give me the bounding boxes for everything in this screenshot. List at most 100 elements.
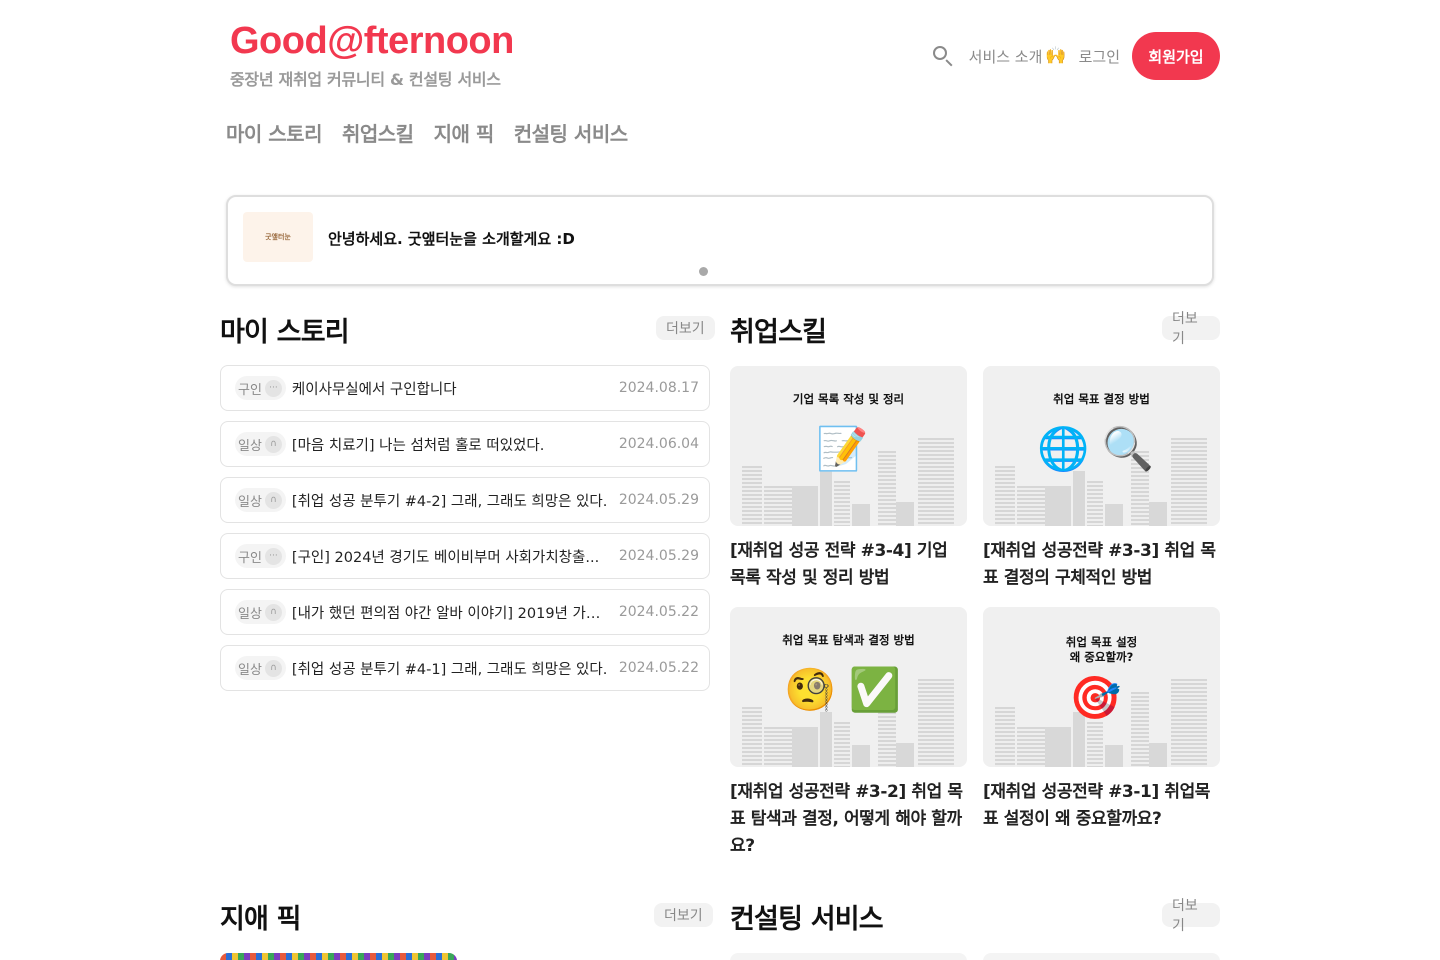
thumbnail-caption: 기업 목록 작성 및 정리 [792, 392, 905, 406]
skill-card[interactable]: 기업 목록 작성 및 정리 📝 [재취업 성공 전략 #3-4] 기업 목록 작… [730, 366, 967, 592]
pick-thumbnail[interactable] [220, 953, 457, 960]
consulting-thumbnail[interactable] [983, 953, 1220, 960]
story-title: [내가 했던 편의점 야간 알바 이야기] 2019년 가을... [291, 605, 614, 622]
more-button-consulting[interactable]: 더보기 [1162, 898, 1220, 934]
logo-title: Good@fternoon [230, 20, 514, 62]
decorative-bar [896, 743, 914, 767]
decorative-bar [792, 486, 818, 526]
thumbnail-caption: 취업 목표 설정 왜 중요할까? [1065, 635, 1138, 664]
headphones-icon: ∩ [264, 603, 282, 621]
banner-thumbnail: 굿앺터눈 [243, 212, 313, 262]
raising-hands-icon: 🙌 [1045, 46, 1067, 66]
skill-card-title: [재취업 성공전략 #3-3] 취업 목표 결정의 구체적인 방법 [983, 541, 1216, 588]
decorative-bar [1105, 745, 1123, 767]
story-item[interactable]: 일상 ∩ [취업 성공 분투기 #4-1] 그래, 그래도 희망은 있다. 20… [220, 645, 710, 691]
story-date: 2024.08.17 [618, 380, 699, 396]
signup-button[interactable]: 회원가입 [1132, 32, 1220, 80]
login-link[interactable]: 로그인 [1079, 46, 1120, 67]
story-date: 2024.05.29 [618, 548, 699, 564]
category-tag: 일상 ∩ [235, 488, 286, 512]
target-icon: 🎯 [1069, 673, 1134, 722]
header-actions: 서비스 소개 🙌 로그인 회원가입 [931, 32, 1220, 80]
category-tag-label: 구인 [238, 382, 262, 398]
decorative-bar [1105, 504, 1123, 526]
story-item[interactable]: 구인 ··· [구인] 2024년 경기도 베이비부머 사회가치창출... 20… [220, 533, 710, 579]
decorative-bar [834, 481, 850, 526]
skill-card[interactable]: 취업 목표 탐색과 결정 방법 🧐✅ [재취업 성공전략 #3-2] 취업 목표… [730, 607, 967, 860]
category-tag-label: 일상 [238, 606, 262, 622]
decorative-bar [852, 745, 870, 767]
decorative-bar [1149, 743, 1167, 767]
headphones-icon: ∩ [264, 491, 282, 509]
story-date: 2024.05.29 [618, 492, 699, 508]
story-item[interactable]: 일상 ∩ [내가 했던 편의점 야간 알바 이야기] 2019년 가을... 2… [220, 589, 710, 635]
thumbnail-caption: 취업 목표 결정 방법 [1053, 392, 1150, 406]
story-item[interactable]: 일상 ∩ [마음 치료기] 나는 섬처럼 홀로 떠있었다. 2024.06.04 [220, 421, 710, 467]
story-title: [취업 성공 분투기 #4-2] 그래, 그래도 희망은 있다. [291, 493, 608, 510]
story-item[interactable]: 일상 ∩ [취업 성공 분투기 #4-2] 그래, 그래도 희망은 있다. 20… [220, 477, 710, 523]
skill-card[interactable]: 취업 목표 설정 왜 중요할까? 🎯 [재취업 성공전략 #3-1] 취업목표 … [983, 607, 1220, 833]
speech-bubble-icon: ··· [264, 379, 282, 397]
story-date: 2024.05.22 [618, 660, 699, 676]
globe-magnifier-icon: 🌐🔍 [1037, 424, 1166, 473]
decorative-bar [1017, 486, 1045, 526]
nav-item-my-story[interactable]: 마이 스토리 [226, 118, 322, 147]
main-nav: 마이 스토리 취업스킬 지애 픽 컨설팅 서비스 [226, 118, 628, 147]
decorative-bar [820, 471, 832, 526]
section-title-my-story: 마이 스토리 [220, 317, 350, 348]
skill-card-title: [재취업 성공전략 #3-2] 취업 목표 탐색과 결정, 어떻게 해야 할까요… [730, 782, 963, 856]
decorative-bar [852, 504, 870, 526]
category-tag-label: 구인 [238, 550, 262, 566]
story-list: 구인 ··· 케이사무실에서 구인합니다 2024.08.17 일상 ∩ [마음… [220, 365, 710, 701]
skill-thumbnail: 취업 목표 설정 왜 중요할까? 🎯 [983, 607, 1220, 767]
intro-banner[interactable]: 굿앺터눈 안녕하세요. 굿앺터눈을 소개할게요 :D [226, 195, 1214, 286]
about-link[interactable]: 서비스 소개 🙌 [969, 46, 1067, 67]
nav-item-consulting[interactable]: 컨설팅 서비스 [514, 118, 628, 147]
skill-thumbnail: 취업 목표 결정 방법 🌐🔍 [983, 366, 1220, 526]
about-link-label: 서비스 소개 [968, 47, 1043, 66]
nav-item-job-skill[interactable]: 취업스킬 [342, 118, 414, 147]
memo-icon: 📝 [816, 424, 881, 473]
decorative-bar [764, 486, 792, 526]
category-tag: 구인 ··· [235, 544, 286, 568]
consulting-thumbnail[interactable] [730, 953, 967, 960]
skill-card-title: [재취업 성공 전략 #3-4] 기업 목록 작성 및 정리 방법 [730, 541, 948, 588]
more-button-jiae-pick[interactable]: 더보기 [654, 903, 713, 927]
decorative-bar [764, 727, 792, 767]
category-tag: 일상 ∩ [235, 600, 286, 624]
decorative-bar [834, 722, 850, 767]
skill-thumbnail: 기업 목록 작성 및 정리 📝 [730, 366, 967, 526]
story-title: [마음 치료기] 나는 섬처럼 홀로 떠있었다. [291, 437, 545, 454]
decorative-bar [1087, 481, 1103, 526]
skill-card[interactable]: 취업 목표 결정 방법 🌐🔍 [재취업 성공전략 #3-3] 취업 목표 결정의… [983, 366, 1220, 592]
decorative-bar [1087, 722, 1103, 767]
banner-text: 안녕하세요. 굿앺터눈을 소개할게요 :D [328, 230, 575, 248]
logo-subtitle: 중장년 재취업 커뮤니티 & 컨설팅 서비스 [230, 70, 501, 89]
story-date: 2024.06.04 [618, 436, 699, 452]
category-tag-label: 일상 [238, 494, 262, 510]
section-title-jiae-pick: 지애 픽 [220, 904, 302, 935]
decorative-bar [896, 502, 914, 526]
section-title-consulting: 컨설팅 서비스 [730, 904, 884, 935]
monocle-check-icon: 🧐✅ [784, 665, 913, 714]
search-icon[interactable] [931, 44, 955, 68]
decorative-bar [1045, 727, 1071, 767]
section-title-job-skill: 취업스킬 [730, 317, 827, 348]
decorative-bar [792, 727, 818, 767]
logo[interactable]: Good@fternoon 중장년 재취업 커뮤니티 & 컨설팅 서비스 [230, 18, 514, 90]
decorative-bar [1073, 471, 1085, 526]
skill-card-title: [재취업 성공전략 #3-1] 취업목표 설정이 왜 중요할까요? [983, 782, 1211, 829]
more-button-my-story[interactable]: 더보기 [656, 316, 715, 340]
category-tag-label: 일상 [238, 662, 262, 678]
decorative-bar [820, 712, 832, 767]
category-tag: 일상 ∩ [235, 656, 286, 680]
headphones-icon: ∩ [264, 659, 282, 677]
category-tag: 구인 ··· [235, 376, 286, 400]
story-item[interactable]: 구인 ··· 케이사무실에서 구인합니다 2024.08.17 [220, 365, 710, 411]
more-button-job-skill[interactable]: 더보기 [1162, 311, 1220, 347]
carousel-dot[interactable] [699, 267, 708, 276]
story-title: [구인] 2024년 경기도 베이비부머 사회가치창출... [291, 549, 600, 566]
story-title: 케이사무실에서 구인합니다 [291, 381, 457, 398]
nav-item-jiae-pick[interactable]: 지애 픽 [434, 118, 495, 147]
decorative-bar [1017, 727, 1045, 767]
